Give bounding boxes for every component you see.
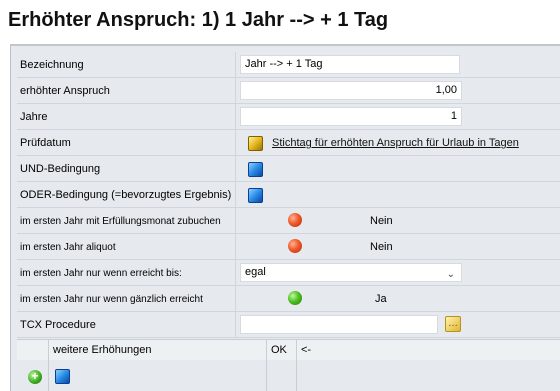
erreicht-select[interactable]: egal ⌄ bbox=[240, 263, 462, 282]
grid-header: weitere Erhöhungen OK <- bbox=[17, 339, 560, 361]
label-erreicht: im ersten Jahr nur wenn erreicht bis: bbox=[20, 268, 182, 279]
aliquot-status: Nein bbox=[370, 241, 393, 253]
gaenzlich-status: Ja bbox=[375, 293, 387, 305]
label-pruefdatum: Prüfdatum bbox=[20, 137, 71, 149]
grid-header-ok[interactable]: OK bbox=[267, 340, 297, 360]
procedure-browse-icon[interactable]: … bbox=[445, 316, 461, 332]
row-jahre: Jahre 1 bbox=[17, 104, 560, 130]
grid-body: + bbox=[17, 360, 560, 391]
add-icon[interactable]: + bbox=[28, 370, 42, 384]
grid-header-blank bbox=[17, 340, 49, 360]
bezeichnung-input[interactable]: Jahr --> + 1 Tag bbox=[240, 55, 460, 74]
anspruch-input[interactable]: 1,00 bbox=[240, 81, 462, 100]
row-zubuchen: im ersten Jahr mit Erfüllungsmonat zubuc… bbox=[17, 208, 560, 234]
grid-cell-back[interactable] bbox=[297, 360, 560, 391]
grid-cell-add: + bbox=[17, 360, 49, 391]
zubuchen-status: Nein bbox=[370, 215, 393, 227]
grid-header-erhoehungen[interactable]: weitere Erhöhungen bbox=[49, 340, 267, 360]
red-orb-icon[interactable] bbox=[288, 239, 302, 253]
label-zubuchen: im ersten Jahr mit Erfüllungsmonat zubuc… bbox=[20, 216, 221, 227]
jahre-input[interactable]: 1 bbox=[240, 107, 462, 126]
row-und: UND-Bedingung bbox=[17, 156, 560, 182]
label-gaenzlich: im ersten Jahr nur wenn gänzlich erreich… bbox=[20, 294, 203, 305]
row-pruefdatum: Prüfdatum Stichtag für erhöhten Anspruch… bbox=[17, 130, 560, 156]
page-title: Erhöhter Anspruch: 1) 1 Jahr --> + 1 Tag bbox=[8, 9, 389, 31]
label-oder: ODER-Bedingung (=bevorzugtes Ergebnis) bbox=[20, 189, 232, 201]
properties-panel: Bezeichnung Jahr --> + 1 Tag erhöhter An… bbox=[10, 44, 560, 391]
label-bezeichnung: Bezeichnung bbox=[20, 59, 84, 71]
blue-cube-icon[interactable] bbox=[248, 188, 263, 203]
label-aliquot: im ersten Jahr aliquot bbox=[20, 242, 116, 253]
grid-header-back[interactable]: <- bbox=[297, 340, 560, 360]
title-bar: Erhöhter Anspruch: 1) 1 Jahr --> + 1 Tag bbox=[0, 0, 560, 44]
row-anspruch: erhöhter Anspruch 1,00 bbox=[17, 78, 560, 104]
label-und: UND-Bedingung bbox=[20, 163, 101, 175]
chevron-down-icon[interactable]: ⌄ bbox=[447, 266, 455, 283]
row-erreicht: im ersten Jahr nur wenn erreicht bis: eg… bbox=[17, 260, 560, 286]
row-aliquot: im ersten Jahr aliquot Nein bbox=[17, 234, 560, 260]
gold-cube-icon[interactable] bbox=[248, 136, 263, 151]
red-orb-icon[interactable] bbox=[288, 213, 302, 227]
grid-cell-erhoehungen[interactable] bbox=[49, 360, 267, 391]
row-bezeichnung: Bezeichnung Jahr --> + 1 Tag bbox=[17, 52, 560, 78]
row-gaenzlich: im ersten Jahr nur wenn gänzlich erreich… bbox=[17, 286, 560, 312]
tcx-input[interactable] bbox=[240, 315, 438, 334]
label-jahre: Jahre bbox=[20, 111, 48, 123]
label-anspruch: erhöhter Anspruch bbox=[20, 85, 110, 97]
label-tcx: TCX Procedure bbox=[20, 319, 96, 331]
row-tcx: TCX Procedure … bbox=[17, 312, 560, 338]
green-orb-icon[interactable] bbox=[288, 291, 302, 305]
blue-cube-icon[interactable] bbox=[248, 162, 263, 177]
grid-cell-ok[interactable] bbox=[267, 360, 297, 391]
row-oder: ODER-Bedingung (=bevorzugtes Ergebnis) bbox=[17, 182, 560, 208]
pruefdatum-link[interactable]: Stichtag für erhöhten Anspruch für Urlau… bbox=[272, 137, 519, 149]
erreicht-select-value: egal bbox=[245, 266, 266, 278]
blue-cube-icon[interactable] bbox=[55, 369, 70, 384]
